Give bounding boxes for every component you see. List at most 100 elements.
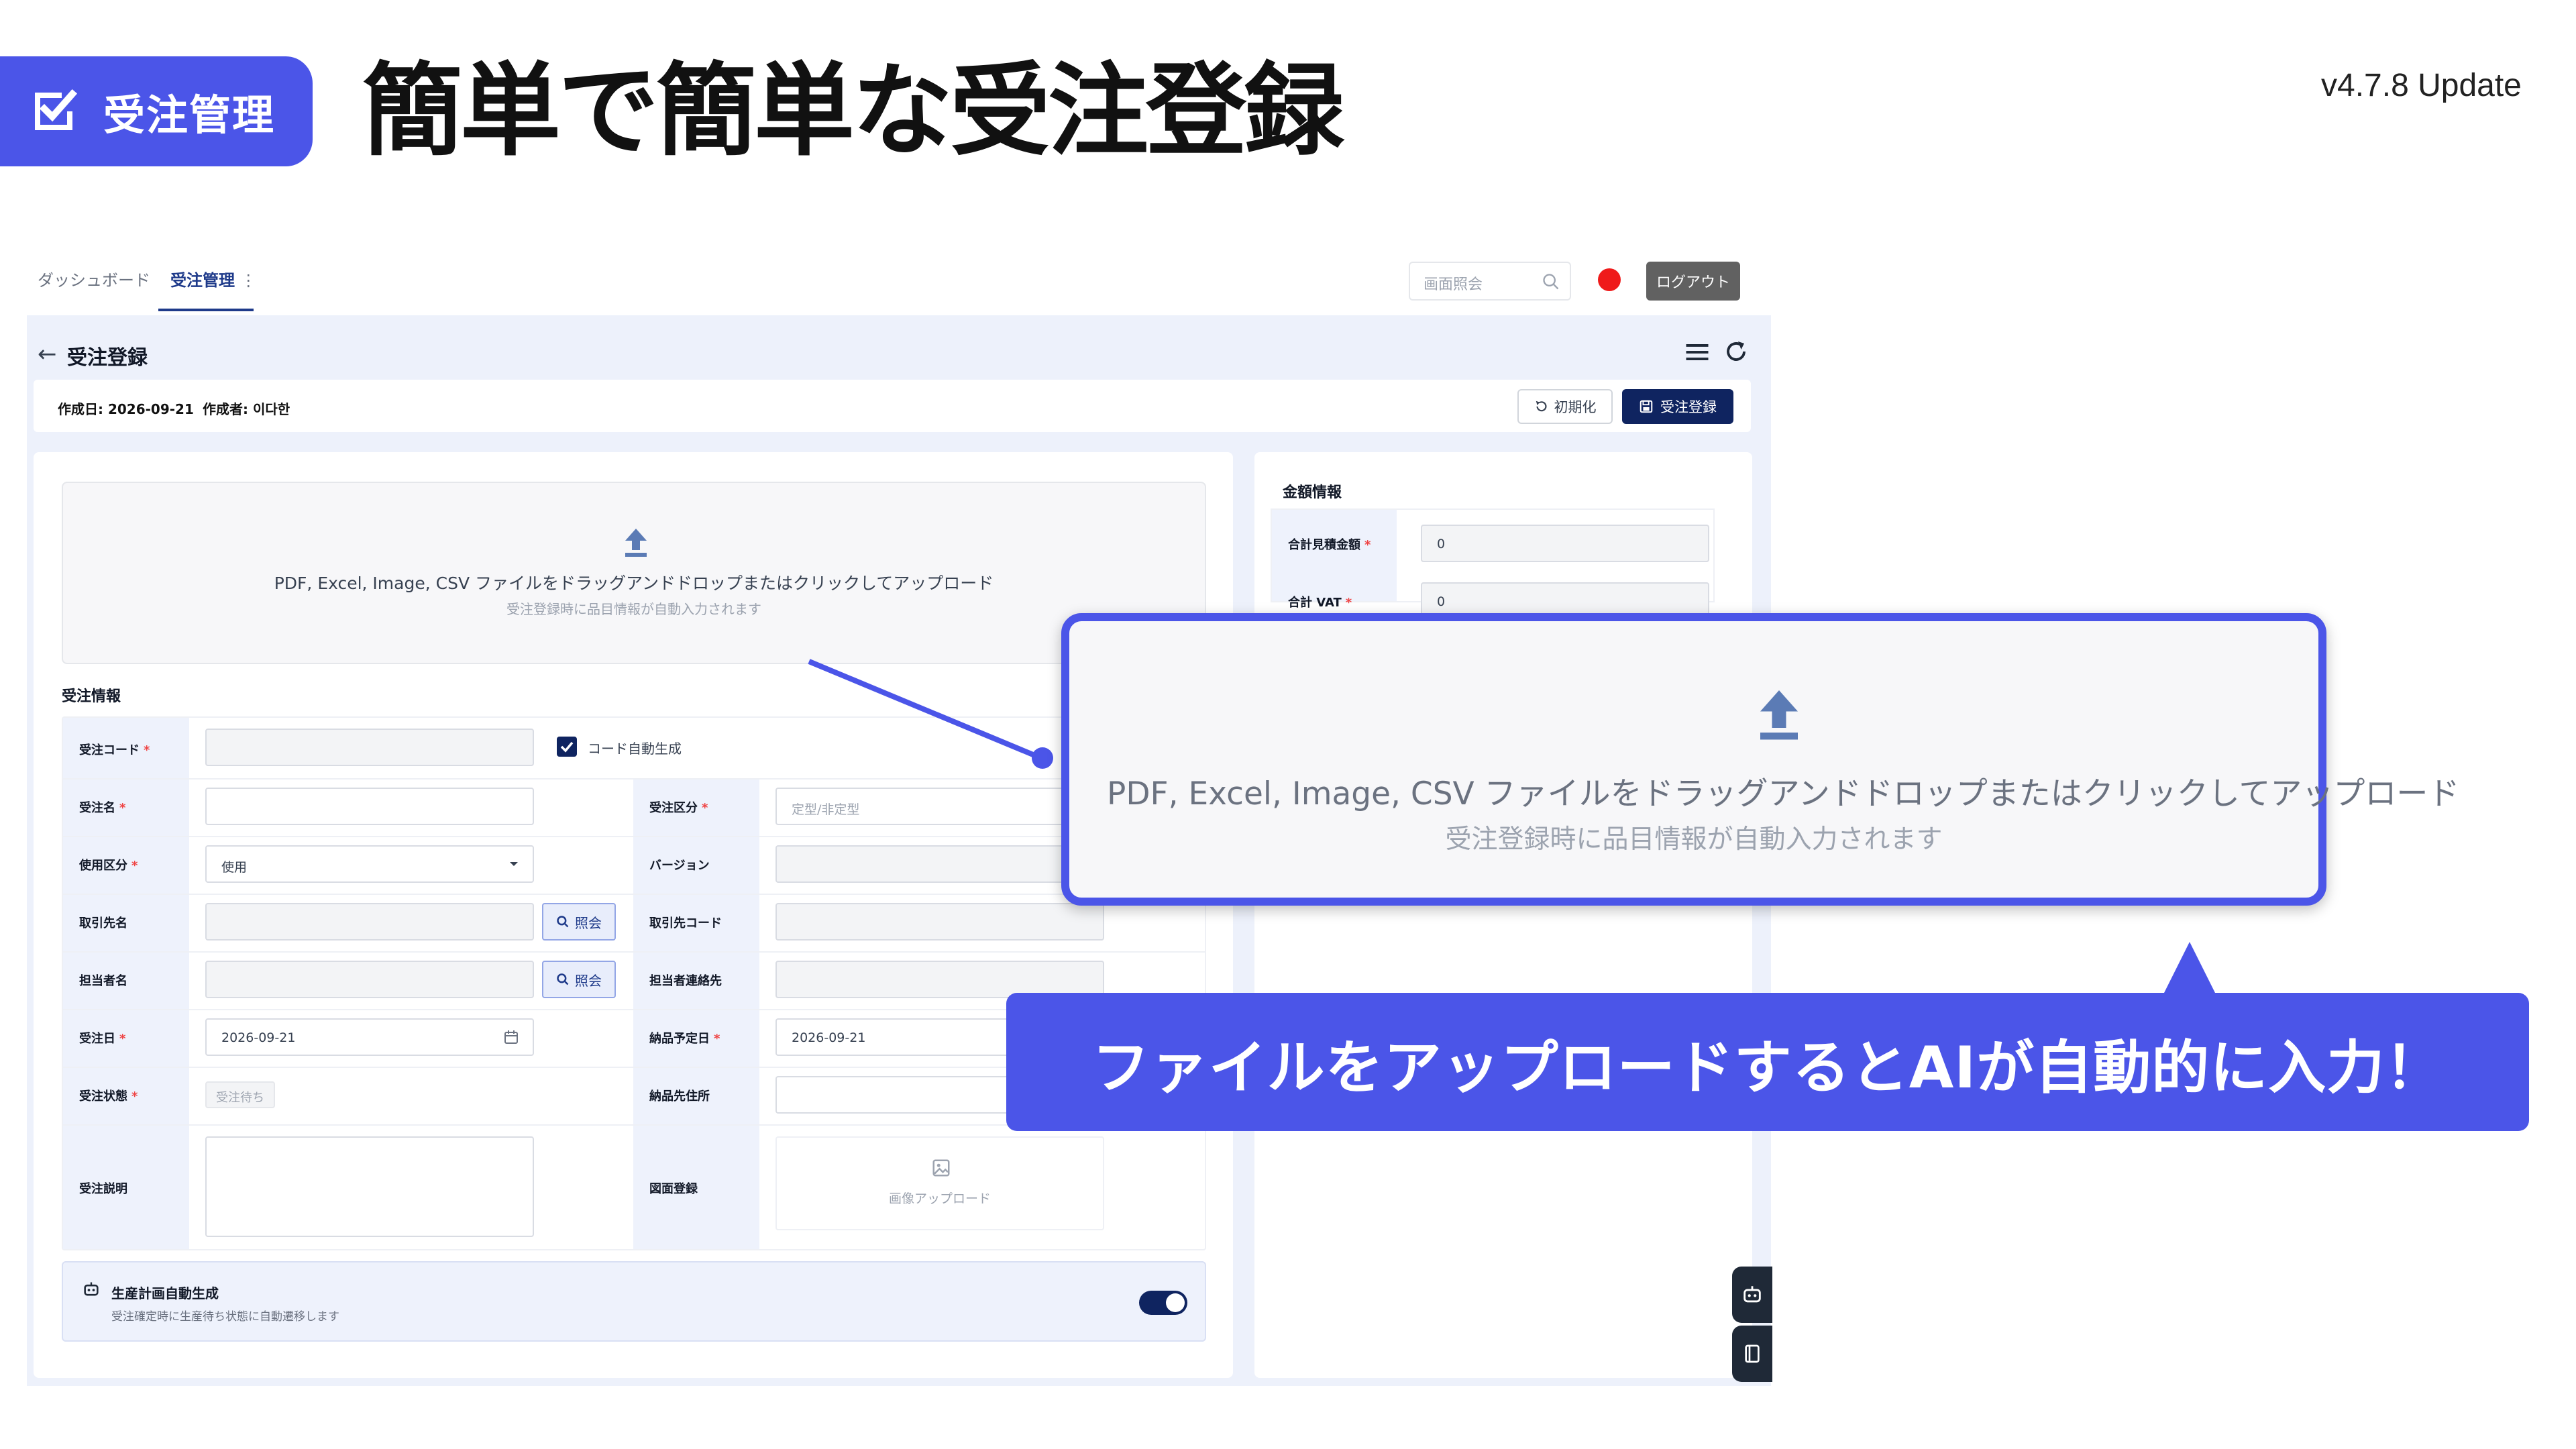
toggle-knob	[1166, 1293, 1185, 1312]
production-plan-description: 受注確定時に生産待ち状態に自動遷移します	[111, 1310, 339, 1324]
active-tab-underline	[158, 309, 254, 311]
page-title: 受注登録	[67, 346, 148, 370]
tab-dashboard[interactable]: ダッシュボード	[38, 267, 150, 290]
amount-label-column	[1272, 510, 1397, 601]
ai-assistant-button[interactable]	[1732, 1267, 1772, 1323]
back-arrow-icon[interactable]: ←	[38, 341, 57, 368]
order-status-label: 受注状態 *	[79, 1089, 138, 1104]
callout-connector-line	[808, 659, 1053, 769]
amount-info-title: 金額情報	[1283, 484, 1342, 501]
order-name-label: 受注名 *	[79, 801, 126, 815]
meta-bar: 作成日: 2026-09-21 作成者: 이다한 初期化 受注登録	[34, 380, 1751, 432]
usage-type-value: 使用	[221, 860, 248, 875]
logout-button[interactable]: ログアウト	[1646, 262, 1740, 301]
search-placeholder: 画面照会	[1424, 276, 1483, 293]
order-date-input[interactable]: 2026-09-21	[205, 1018, 534, 1056]
refresh-icon[interactable]	[1724, 339, 1748, 364]
manager-name-label: 担当者名	[79, 974, 127, 988]
version-label: v4.7.8 Update	[2321, 68, 2522, 103]
usage-type-select[interactable]: 使用	[205, 845, 534, 883]
upload-zoom-card: PDF, Excel, Image, CSV ファイルをドラッグアンドドロップま…	[1061, 613, 2459, 906]
order-name-input[interactable]	[205, 788, 534, 825]
search-icon	[557, 916, 569, 928]
file-upload-dropzone[interactable]: PDF, Excel, Image, CSV ファイルをドラッグアンドドロップま…	[62, 482, 1206, 664]
client-name-input[interactable]	[205, 903, 534, 941]
robot-icon	[1743, 1286, 1761, 1303]
delivery-address-label: 納品先住所	[649, 1089, 710, 1104]
client-lookup-label: 照会	[575, 914, 602, 931]
upload-icon	[625, 529, 647, 557]
order-type-placeholder: 定型/非定型	[792, 802, 860, 817]
check-icon	[560, 741, 574, 753]
hamburger-menu-icon[interactable]	[1685, 342, 1709, 362]
upload-icon	[1760, 690, 1798, 740]
callout-text: ファイルをアップロードするとAIが自動的に入力！	[1091, 1034, 2444, 1102]
tab-order-management-label: 受注管理	[170, 271, 235, 290]
tab-order-management[interactable]: 受注管理 ⋮	[170, 267, 256, 290]
manager-lookup-label: 照会	[575, 972, 602, 989]
order-status-badge: 受注待ち	[205, 1081, 275, 1108]
order-date-value: 2026-09-21	[221, 1030, 296, 1045]
order-info-title: 受注情報	[62, 688, 121, 705]
book-icon	[1745, 1344, 1760, 1363]
version-input[interactable]	[775, 845, 1104, 883]
right-label-column	[633, 778, 759, 1249]
row-divider	[63, 778, 1205, 780]
order-description-textarea[interactable]	[205, 1136, 534, 1237]
screen-search-input[interactable]: 画面照会	[1409, 262, 1571, 301]
order-info-form: 受注コード * 受注名 * 使用区分 * 取引先名 担当者名 受注日 * 受注状態 * 受…	[62, 716, 1206, 1250]
amount-info-form: 合計見積金額 * 合計 VAT * 0 0	[1271, 508, 1715, 620]
delivery-date-label: 納品予定日 *	[649, 1032, 720, 1046]
author: 作成者: 이다한	[203, 401, 290, 417]
auto-code-checkbox[interactable]	[557, 737, 577, 757]
robot-icon	[84, 1282, 99, 1296]
total-estimate-input[interactable]: 0	[1421, 525, 1709, 562]
drawing-upload-box[interactable]: 画像アップロード	[775, 1136, 1104, 1230]
manager-lookup-button[interactable]: 照会	[542, 961, 616, 998]
checkbox-edit-icon	[35, 89, 78, 130]
save-icon	[1640, 400, 1653, 413]
row-divider	[63, 951, 1205, 953]
manual-book-button[interactable]	[1732, 1326, 1772, 1382]
order-code-input[interactable]	[205, 729, 534, 766]
production-plan-toggle[interactable]	[1139, 1291, 1187, 1315]
client-name-label: 取引先名	[79, 916, 127, 930]
dropzone-sub-text: 受注登録時に品目情報が自動入力されます	[506, 601, 761, 617]
production-plan-title: 生産計画自動生成	[111, 1285, 219, 1301]
badge-label: 受注管理	[103, 91, 276, 140]
created-date: 作成日: 2026-09-21	[58, 401, 194, 417]
row-divider	[63, 894, 1205, 895]
usage-type-label: 使用区分 *	[79, 859, 138, 873]
section-badge: 受注管理	[0, 56, 313, 166]
reset-icon	[1536, 400, 1546, 412]
order-code-label: 受注コード *	[79, 743, 150, 757]
calendar-icon[interactable]	[503, 1029, 519, 1045]
reset-button[interactable]: 初期化	[1517, 389, 1613, 424]
dropzone-main-text: PDF, Excel, Image, CSV ファイルをドラッグアンドドロップま…	[274, 574, 994, 593]
row-divider	[63, 836, 1205, 837]
client-code-label: 取引先コード	[649, 916, 722, 930]
tab-more-icon[interactable]: ⋮	[240, 271, 256, 290]
client-lookup-button[interactable]: 照会	[542, 903, 616, 941]
manager-name-input[interactable]	[205, 961, 534, 998]
client-code-input[interactable]	[775, 903, 1104, 941]
zoom-sub-text: 受注登録時に品目情報が自動入力されます	[1445, 824, 1943, 855]
search-icon	[557, 973, 569, 985]
chevron-down-icon	[510, 862, 518, 866]
search-icon[interactable]	[1542, 272, 1560, 291]
order-date-label: 受注日 *	[79, 1032, 126, 1046]
order-type-label: 受注区分 *	[649, 801, 708, 815]
total-estimate-label: 合計見積金額 *	[1288, 538, 1371, 552]
register-order-button[interactable]: 受注登録	[1622, 389, 1733, 424]
ai-feature-callout: ファイルをアップロードするとAIが自動的に入力！	[1006, 993, 2529, 1131]
order-type-input[interactable]: 定型/非定型	[775, 788, 1104, 825]
callout-pointer	[2163, 942, 2216, 996]
total-vat-label: 合計 VAT *	[1288, 596, 1352, 610]
drawing-upload-label: 画像アップロード	[888, 1191, 991, 1206]
version-field-label: バージョン	[649, 859, 710, 873]
production-plan-bar: 生産計画自動生成 受注確定時に生産待ち状態に自動遷移します	[62, 1261, 1206, 1342]
auto-code-label: コード自動生成	[588, 741, 682, 757]
register-label: 受注登録	[1660, 399, 1717, 415]
order-description-label: 受注説明	[79, 1182, 127, 1196]
slide-title: 簡単で簡単な受注登録	[362, 53, 1344, 170]
